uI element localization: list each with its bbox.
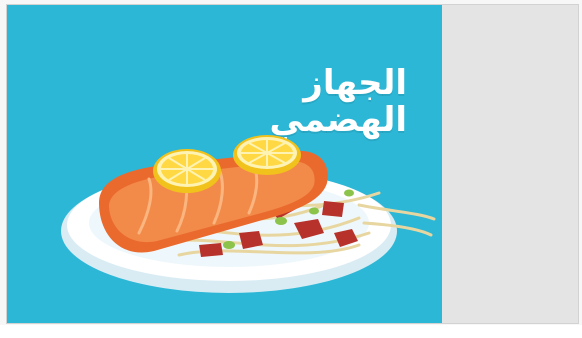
page: الجهاز الهضمي	[0, 0, 582, 338]
side-panel	[442, 5, 578, 323]
hero-banner[interactable]: الجهاز الهضمي	[7, 5, 442, 323]
bottom-strip	[0, 325, 582, 338]
hero-title: الجهاز الهضمي	[269, 63, 407, 141]
content-card: الجهاز الهضمي	[6, 4, 579, 324]
lemon-slice-1	[153, 149, 221, 193]
salmon-pasta-dish-illustration	[59, 133, 442, 308]
lemon-slice-2	[233, 135, 301, 175]
